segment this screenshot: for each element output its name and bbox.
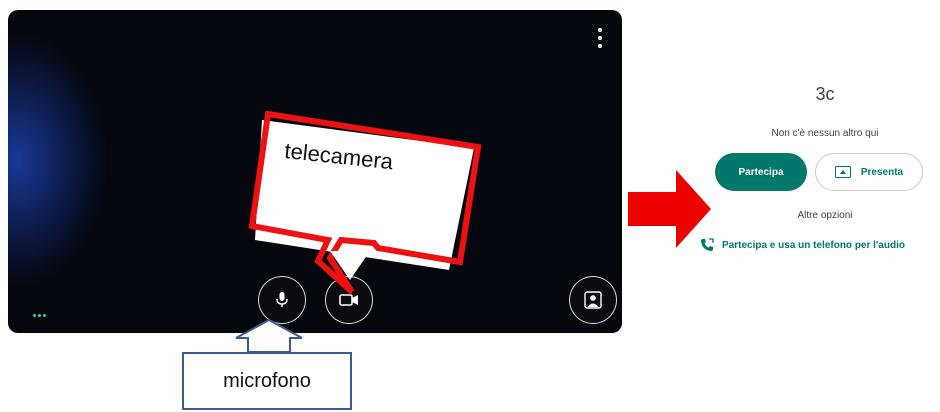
more-options-icon[interactable] <box>596 28 604 48</box>
present-button-label: Presenta <box>860 166 904 178</box>
join-button[interactable]: Partecipa <box>715 153 807 191</box>
microphone-icon <box>276 292 288 307</box>
join-panel: 3c Non c'è nessun altro qui Partecipa Pr… <box>700 0 940 412</box>
mic-callout-box: microfono <box>182 352 352 410</box>
phone-audio-link-label: Partecipa e usa un telefono per l'audio <box>722 239 905 251</box>
present-screen-icon <box>834 166 851 178</box>
other-options-heading: Altre opzioni <box>797 210 853 221</box>
meeting-title: 3c <box>815 84 835 104</box>
next-step-arrow <box>628 170 711 248</box>
phone-audio-link[interactable]: Partecipa e usa un telefono per l'audio <box>700 238 940 252</box>
audio-level-indicator <box>33 314 46 317</box>
phone-icon <box>701 238 714 251</box>
present-button[interactable]: Presenta <box>815 153 923 191</box>
participants-status: Non c'è nessun altro qui <box>771 128 879 139</box>
video-preview <box>8 10 622 333</box>
effects-icon <box>584 291 602 309</box>
visual-effects-button[interactable] <box>569 276 617 324</box>
join-button-label: Partecipa <box>738 166 784 178</box>
camera-icon <box>339 294 358 306</box>
camera-button[interactable] <box>325 276 373 324</box>
microphone-button[interactable] <box>258 276 306 324</box>
mic-callout-label: microfono <box>223 369 311 392</box>
